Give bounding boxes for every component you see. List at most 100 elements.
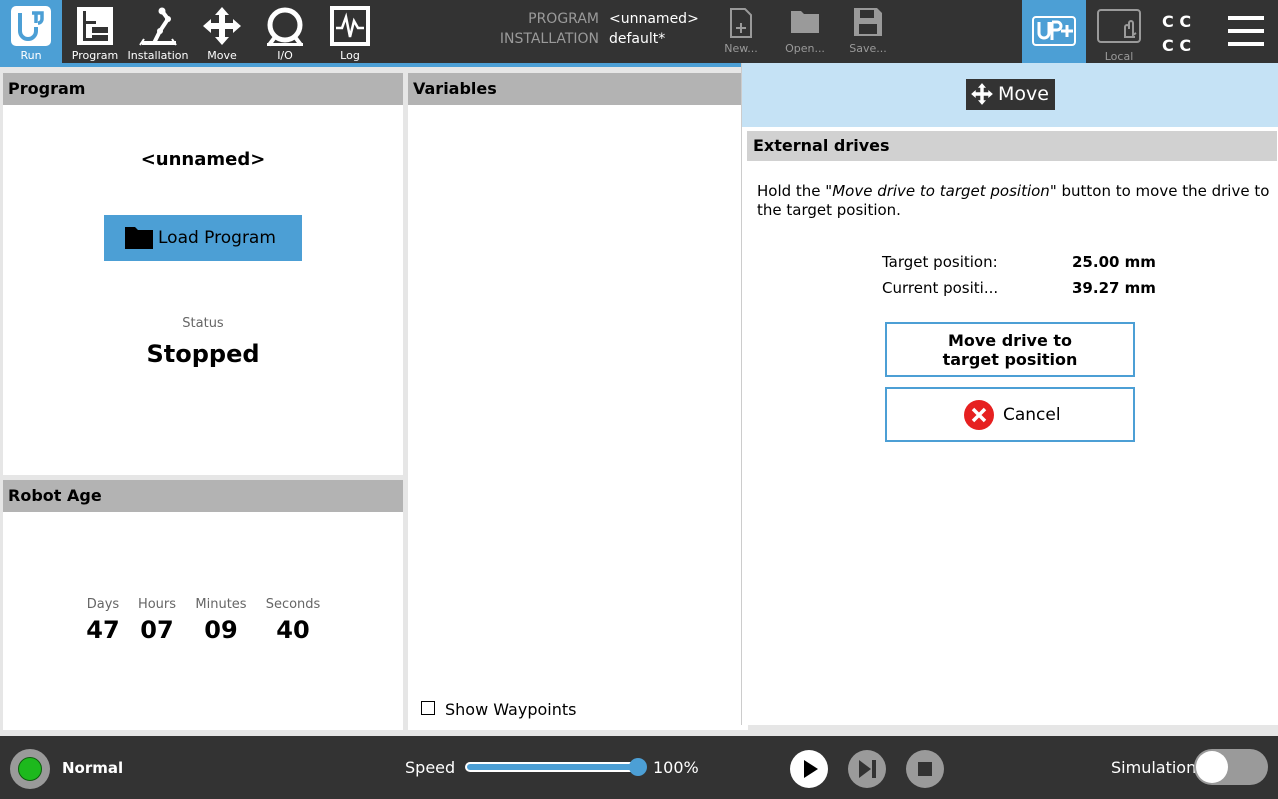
new-button[interactable]: New... — [711, 0, 771, 63]
installation-name: default* — [609, 31, 666, 47]
nav-program[interactable]: Program — [64, 0, 126, 63]
nav-run[interactable]: Run — [0, 0, 62, 63]
step-icon — [859, 760, 876, 778]
program-panel: Program <unnamed> Load Program Status St… — [3, 73, 403, 475]
nav-program-label: Program — [71, 49, 119, 62]
new-label: New... — [724, 42, 758, 55]
age-days: Days 47 — [73, 597, 133, 644]
nav-move-label: Move — [207, 49, 237, 62]
speed-slider-track[interactable] — [465, 762, 639, 772]
simulation-label: Simulation — [1111, 758, 1197, 777]
instructions-emphasis: Move drive to target position — [832, 182, 1050, 200]
load-program-button[interactable]: Load Program — [104, 215, 302, 261]
bottom-bar: Normal Speed 100% Simulation — [0, 736, 1278, 799]
nav-installation[interactable]: Installation — [127, 0, 189, 63]
age-hours-value: 07 — [140, 616, 174, 644]
top-bar: Run Program Installation Move I/O Log PR… — [0, 0, 1278, 63]
local-label: Local — [1104, 50, 1134, 63]
hamburger-menu-button[interactable] — [1226, 14, 1266, 50]
speed-slider-handle[interactable] — [629, 758, 647, 776]
instructions-text: Hold the "Move drive to target position"… — [757, 182, 1272, 220]
robot-status-text: Normal — [62, 759, 124, 777]
speed-slider-fill — [467, 764, 637, 770]
instructions-part-a: Hold the " — [757, 182, 833, 200]
hamburger-icon — [1228, 16, 1264, 46]
installation-key: INSTALLATION — [499, 31, 599, 47]
load-program-label: Load Program — [158, 228, 276, 248]
cc-row-1: C C — [1162, 12, 1192, 31]
move-drive-line-2: target position — [942, 350, 1078, 369]
active-tab-underline — [0, 63, 741, 67]
variables-title: Variables — [408, 73, 748, 105]
nav-move[interactable]: Move — [191, 0, 253, 63]
program-icon — [77, 7, 113, 45]
robot-age-title: Robot Age — [3, 480, 403, 512]
cc-indicator: C C C C — [1162, 10, 1206, 58]
move-tab-button[interactable]: Move — [966, 79, 1055, 110]
speed-label: Speed — [405, 758, 456, 777]
program-panel-name: <unnamed> — [140, 149, 266, 170]
program-panel-title: Program — [3, 73, 403, 105]
status-label: Status — [182, 316, 224, 331]
local-button[interactable]: Local — [1088, 0, 1150, 63]
save-button[interactable]: Save... — [838, 0, 898, 63]
age-days-label: Days — [86, 597, 120, 612]
move-tab-label: Move — [998, 83, 1049, 105]
move-icon — [203, 7, 241, 45]
folder-icon — [791, 11, 819, 33]
status-indicator-icon — [18, 757, 42, 781]
current-position-value: 39.27 mm — [1072, 279, 1156, 297]
urplus-button[interactable] — [1022, 0, 1086, 63]
status-value: Stopped — [146, 340, 260, 368]
robot-age-panel: Robot Age Days 47 Hours 07 Minutes 09 Se… — [3, 480, 403, 730]
step-button[interactable] — [848, 750, 886, 788]
age-seconds-value: 40 — [276, 616, 310, 644]
nav-installation-label: Installation — [127, 49, 189, 62]
log-icon — [330, 6, 370, 46]
nav-log[interactable]: Log — [319, 0, 381, 63]
variables-panel: Variables Show Waypoints — [408, 73, 748, 730]
nav-log-label: Log — [340, 49, 360, 62]
age-seconds: Seconds 40 — [258, 597, 328, 644]
nav-io[interactable]: I/O — [254, 0, 316, 63]
stop-button[interactable] — [906, 750, 944, 788]
move-drive-to-target-button[interactable]: Move drive to target position — [885, 322, 1135, 377]
speed-value: 100% — [653, 758, 699, 777]
cancel-label: Cancel — [1003, 405, 1061, 425]
open-button[interactable]: Open... — [775, 0, 835, 63]
cancel-x-icon — [964, 400, 994, 430]
play-button[interactable] — [790, 750, 828, 788]
installation-icon — [139, 7, 177, 46]
cancel-button[interactable]: Cancel — [885, 387, 1135, 442]
save-icon — [854, 8, 882, 36]
io-icon — [267, 7, 303, 47]
age-minutes-label: Minutes — [195, 597, 247, 612]
move-drive-line-1: Move drive to — [947, 331, 1073, 350]
external-drives-title: External drives — [747, 131, 1277, 161]
ur-logo-icon — [11, 6, 51, 46]
show-waypoints-label: Show Waypoints — [445, 700, 577, 719]
robot-status-button[interactable] — [10, 749, 50, 789]
move-header: Move — [742, 63, 1278, 127]
program-key: PROGRAM — [528, 11, 599, 27]
folder-icon — [125, 227, 153, 249]
open-label: Open... — [785, 42, 825, 55]
age-minutes-value: 09 — [204, 616, 238, 644]
save-label: Save... — [849, 42, 887, 55]
stop-icon — [918, 762, 932, 776]
move-icon — [971, 83, 993, 105]
nav-io-label: I/O — [277, 49, 293, 62]
age-hours: Hours 07 — [127, 597, 187, 644]
new-file-icon — [730, 8, 752, 38]
target-position-label: Target position: — [882, 253, 998, 271]
program-name: <unnamed> — [609, 11, 699, 27]
age-minutes: Minutes 09 — [186, 597, 256, 644]
external-drives-dialog: Move External drives Hold the "Move driv… — [741, 63, 1278, 725]
target-position-value: 25.00 mm — [1072, 253, 1156, 271]
show-waypoints-checkbox[interactable] — [421, 701, 435, 715]
age-days-value: 47 — [86, 616, 120, 644]
nav-run-label: Run — [20, 49, 42, 62]
age-hours-label: Hours — [137, 597, 177, 612]
age-seconds-label: Seconds — [265, 597, 321, 612]
simulation-toggle[interactable] — [1194, 749, 1268, 785]
